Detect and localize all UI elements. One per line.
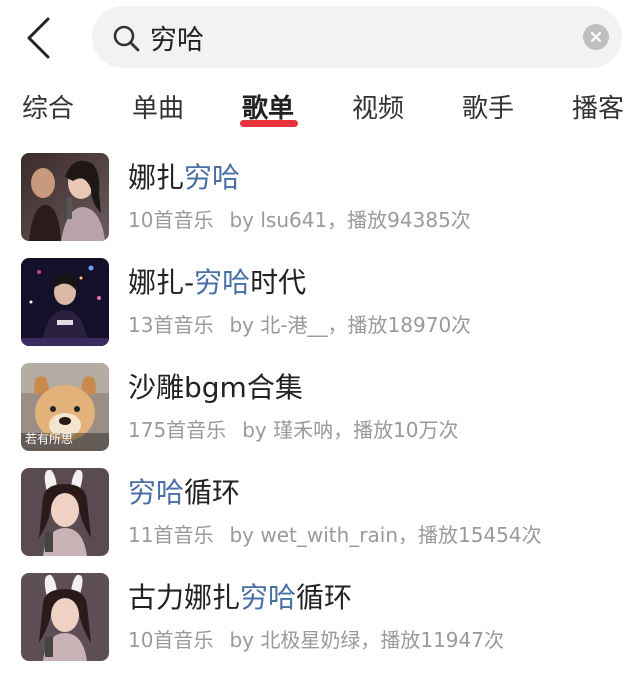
top-bar — [0, 0, 640, 80]
chevron-left-icon — [27, 17, 50, 59]
tab-comprehensive[interactable]: 综合 — [22, 92, 74, 126]
playlist-meta: 11首音乐 by wet_with_rain，播放15454次 — [128, 523, 542, 547]
playlist-title: 古力娜扎穷哈循环 — [128, 581, 353, 614]
list-item[interactable]: 穷哈循环 11首音乐 by wet_with_rain，播放15454次 — [0, 461, 640, 565]
back-button[interactable] — [14, 10, 62, 66]
search-input[interactable] — [150, 14, 550, 60]
playlist-title: 娜扎穷哈 — [128, 161, 241, 194]
close-icon — [590, 31, 602, 43]
active-tab-indicator — [240, 120, 298, 127]
playlist-title: 沙雕bgm合集 — [128, 371, 303, 404]
playlist-cover — [21, 573, 109, 661]
list-item[interactable]: 古力娜扎穷哈循环 10首音乐 by 北极星奶绿，播放11947次 — [0, 566, 640, 670]
cover-caption: 若有所思 — [25, 432, 74, 446]
tab-podcasts[interactable]: 播客 — [572, 92, 624, 126]
playlist-cover — [21, 468, 109, 556]
playlist-title: 穷哈循环 — [128, 476, 241, 509]
tab-songs[interactable]: 单曲 — [132, 92, 184, 126]
playlist-cover — [21, 258, 109, 346]
playlist-meta: 13首音乐 by 北-港__，播放18970次 — [128, 313, 472, 337]
playlist-title: 娜扎-穷哈时代 — [128, 266, 307, 299]
clear-search-button[interactable] — [583, 24, 609, 50]
search-bar[interactable] — [92, 6, 622, 68]
playlist-meta: 10首音乐 by 北极星奶绿，播放11947次 — [128, 628, 504, 652]
playlist-meta: 10首音乐 by lsu641，播放94385次 — [128, 208, 471, 232]
category-tabs: 综合 单曲 歌单 视频 歌手 播客 — [0, 86, 640, 134]
list-item[interactable]: 娜扎穷哈 10首音乐 by lsu641，播放94385次 — [0, 146, 640, 250]
playlist-cover: 若有所思 — [21, 363, 109, 451]
tab-artists[interactable]: 歌手 — [462, 92, 514, 126]
list-item[interactable]: 娜扎-穷哈时代 13首音乐 by 北-港__，播放18970次 — [0, 251, 640, 355]
tab-videos[interactable]: 视频 — [352, 92, 404, 126]
playlist-meta: 175首音乐 by 瑾禾呐，播放10万次 — [128, 418, 459, 442]
search-icon — [113, 25, 140, 52]
list-item[interactable]: 若有所思 沙雕bgm合集 175首音乐 by 瑾禾呐，播放10万次 — [0, 356, 640, 460]
playlist-cover — [21, 153, 109, 241]
